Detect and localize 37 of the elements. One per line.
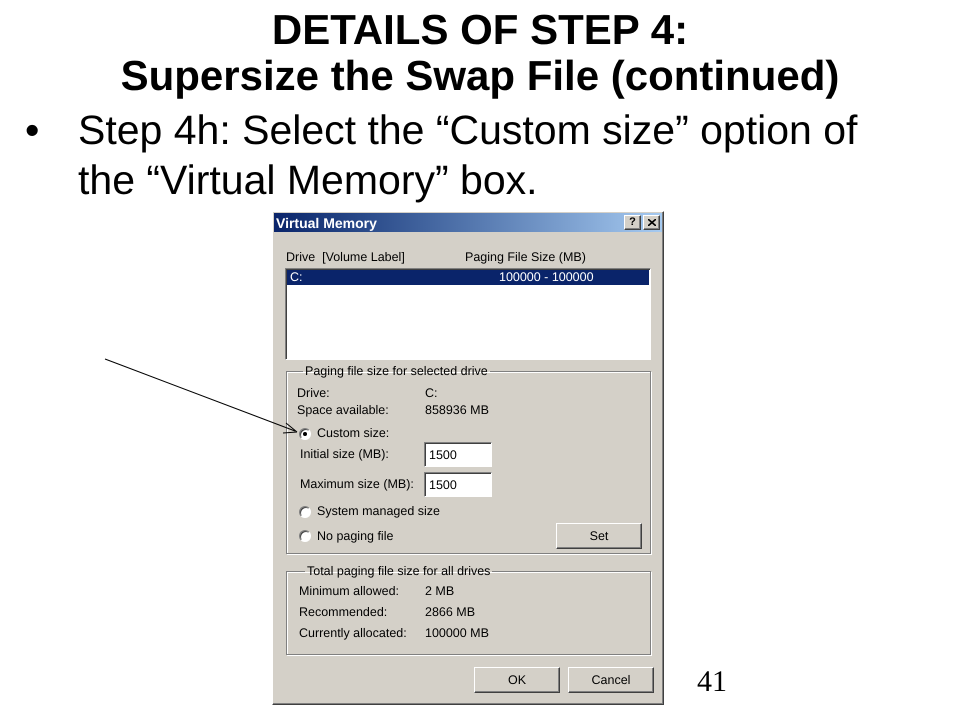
radio-option[interactable]: Custom size: xyxy=(299,424,390,443)
ok-button[interactable]: OK xyxy=(474,667,560,693)
column-header: Drive [Volume Label] xyxy=(286,248,406,266)
info-label: Currently allocated: xyxy=(299,625,408,642)
drive-row[interactable]: C: 100000 - 100000 xyxy=(287,270,649,285)
dialog-title: Virtual Memory xyxy=(276,214,378,232)
size-input[interactable]: 1500 xyxy=(424,472,492,497)
page-number: 41 xyxy=(697,667,727,697)
info-value: 2866 MB xyxy=(425,604,476,622)
info-value: C: xyxy=(425,385,438,402)
bullet-text: Step 4h: Select the “Custom size” option of the “Virtual Memory” box. xyxy=(78,106,858,205)
close-icon xyxy=(648,219,656,226)
set-button[interactable]: Set xyxy=(556,523,642,549)
title-line: Supersize the Swap File (continued) xyxy=(120,53,840,99)
info-value: 858936 MB xyxy=(425,402,489,420)
radio-option[interactable]: System managed size xyxy=(299,502,440,521)
info-label: Minimum allowed: xyxy=(299,583,400,600)
info-value: 100000 MB xyxy=(425,625,489,642)
help-button[interactable]: ? xyxy=(624,215,641,230)
group-legend: Total paging file size for all drives xyxy=(305,564,492,578)
info-label: Space available: xyxy=(297,402,390,420)
group-legend: Paging file size for selected drive xyxy=(303,364,490,378)
close-button[interactable] xyxy=(643,215,660,230)
drive-list[interactable]: C: 100000 - 100000 xyxy=(285,268,651,360)
field-label: Initial size (MB): xyxy=(300,446,390,464)
info-value: 2 MB xyxy=(425,583,454,600)
drive-cell-text: C: xyxy=(290,269,304,286)
column-header: Paging File Size (MB) xyxy=(465,248,586,266)
size-input[interactable]: 1500 xyxy=(424,442,492,467)
radio-option[interactable]: No paging file xyxy=(299,526,394,546)
info-label: Recommended: xyxy=(299,604,388,622)
field-label: Maximum size (MB): xyxy=(300,476,415,494)
info-label: Drive: xyxy=(297,385,331,402)
title-line: DETAILS OF STEP 4: xyxy=(272,7,688,53)
bullet-marker: • xyxy=(25,106,40,155)
size-cell-text: 100000 - 100000 xyxy=(499,269,594,286)
cancel-button[interactable]: Cancel xyxy=(568,667,654,693)
